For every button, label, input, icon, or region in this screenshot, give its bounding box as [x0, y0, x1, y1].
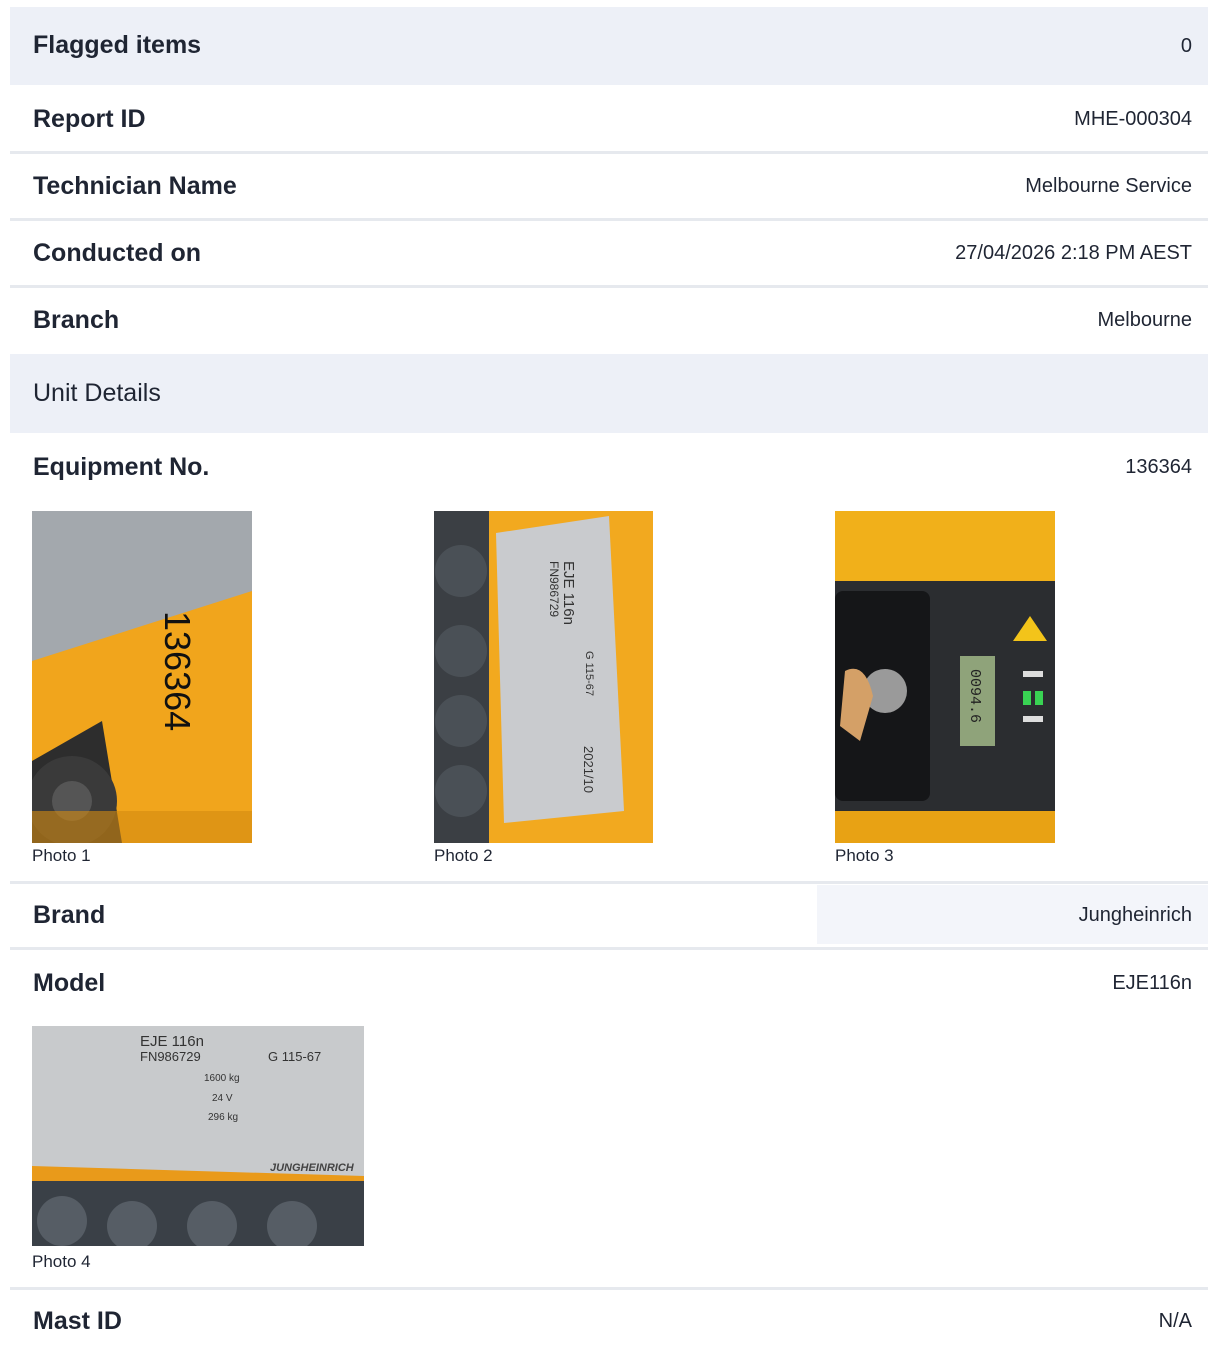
photo-2-plate-model: EJE 116n [560, 561, 577, 625]
photo-2-caption: Photo 2 [434, 846, 493, 865]
unit-details-section: Unit Details [10, 354, 1208, 433]
branch-row: Branch Melbourne [10, 288, 1208, 354]
mast-id-value: N/A [1158, 1310, 1192, 1332]
mast-id-label: Mast ID [33, 1307, 122, 1335]
photo-2-image: EJE 116n FN986729 2021/10 G 115-67 [434, 511, 653, 843]
equipment-value: 136364 [1125, 456, 1192, 478]
conducted-row: Conducted on 27/04/2026 2:18 PM AEST [10, 221, 1208, 285]
photo-3-image: 0094.6 [835, 511, 1055, 843]
technician-label: Technician Name [33, 172, 237, 200]
photo-4-plate-serial: FN986729 [140, 1049, 201, 1064]
brand-row: Brand Jungheinrich [10, 884, 1208, 948]
conducted-value: 27/04/2026 2:18 PM AEST [955, 242, 1192, 264]
photo-4-image: EJE 116n FN986729 G 115-67 1600 kg 24 V … [32, 1026, 364, 1246]
photo-1-caption: Photo 1 [32, 846, 91, 865]
model-value: EJE116n [1112, 972, 1192, 994]
report-id-row: Report ID MHE-000304 [10, 85, 1208, 151]
photo-1[interactable]: 136364 [32, 511, 252, 843]
branch-label: Branch [33, 306, 120, 334]
flagged-items-count: 0 [1180, 35, 1192, 57]
photo-4-plate-capacity: 1600 kg [204, 1073, 240, 1084]
photo-2-plate-date: 2021/10 [581, 746, 596, 793]
model-row: Model EJE116n [10, 950, 1208, 1016]
photo-4-plate-brand: JUNGHEINRICH [270, 1162, 355, 1174]
mast-id-row: Mast ID N/A [10, 1290, 1208, 1352]
photo-2[interactable]: EJE 116n FN986729 2021/10 G 115-67 [434, 511, 653, 843]
conducted-label: Conducted on [33, 239, 202, 267]
photo-4-plate-model: EJE 116n [140, 1033, 204, 1050]
photo-4-caption: Photo 4 [32, 1252, 91, 1271]
photo-4[interactable]: EJE 116n FN986729 G 115-67 1600 kg 24 V … [32, 1026, 364, 1246]
technician-row: Technician Name Melbourne Service [10, 154, 1208, 218]
photo-4-plate-code: G 115-67 [268, 1049, 321, 1064]
photo-4-plate-weight: 296 kg [208, 1112, 238, 1123]
flagged-items-label: Flagged items [33, 31, 202, 59]
report-id-label: Report ID [33, 105, 146, 133]
brand-value: Jungheinrich [1078, 904, 1192, 926]
model-label: Model [33, 969, 106, 997]
report-id-value: MHE-000304 [1074, 108, 1192, 130]
photo-4-plate-voltage: 24 V [212, 1093, 233, 1104]
branch-value: Melbourne [1097, 309, 1192, 331]
section-title: Unit Details [33, 379, 161, 407]
photo-3-display: 0094.6 [966, 669, 983, 723]
photo-1-image: 136364 [32, 511, 252, 843]
photo-3[interactable]: 0094.6 [835, 511, 1055, 843]
photo-3-caption: Photo 3 [835, 846, 894, 865]
technician-value: Melbourne Service [1025, 175, 1192, 197]
equipment-row: Equipment No. 136364 [10, 433, 1208, 503]
photo-2-plate-code: G 115-67 [583, 651, 595, 696]
equipment-label: Equipment No. [33, 453, 210, 481]
photo-2-plate-serial: FN986729 [547, 561, 561, 617]
flagged-items-row: Flagged items 0 [10, 7, 1208, 85]
photo-1-number: 136364 [157, 611, 198, 731]
brand-label: Brand [33, 901, 106, 929]
